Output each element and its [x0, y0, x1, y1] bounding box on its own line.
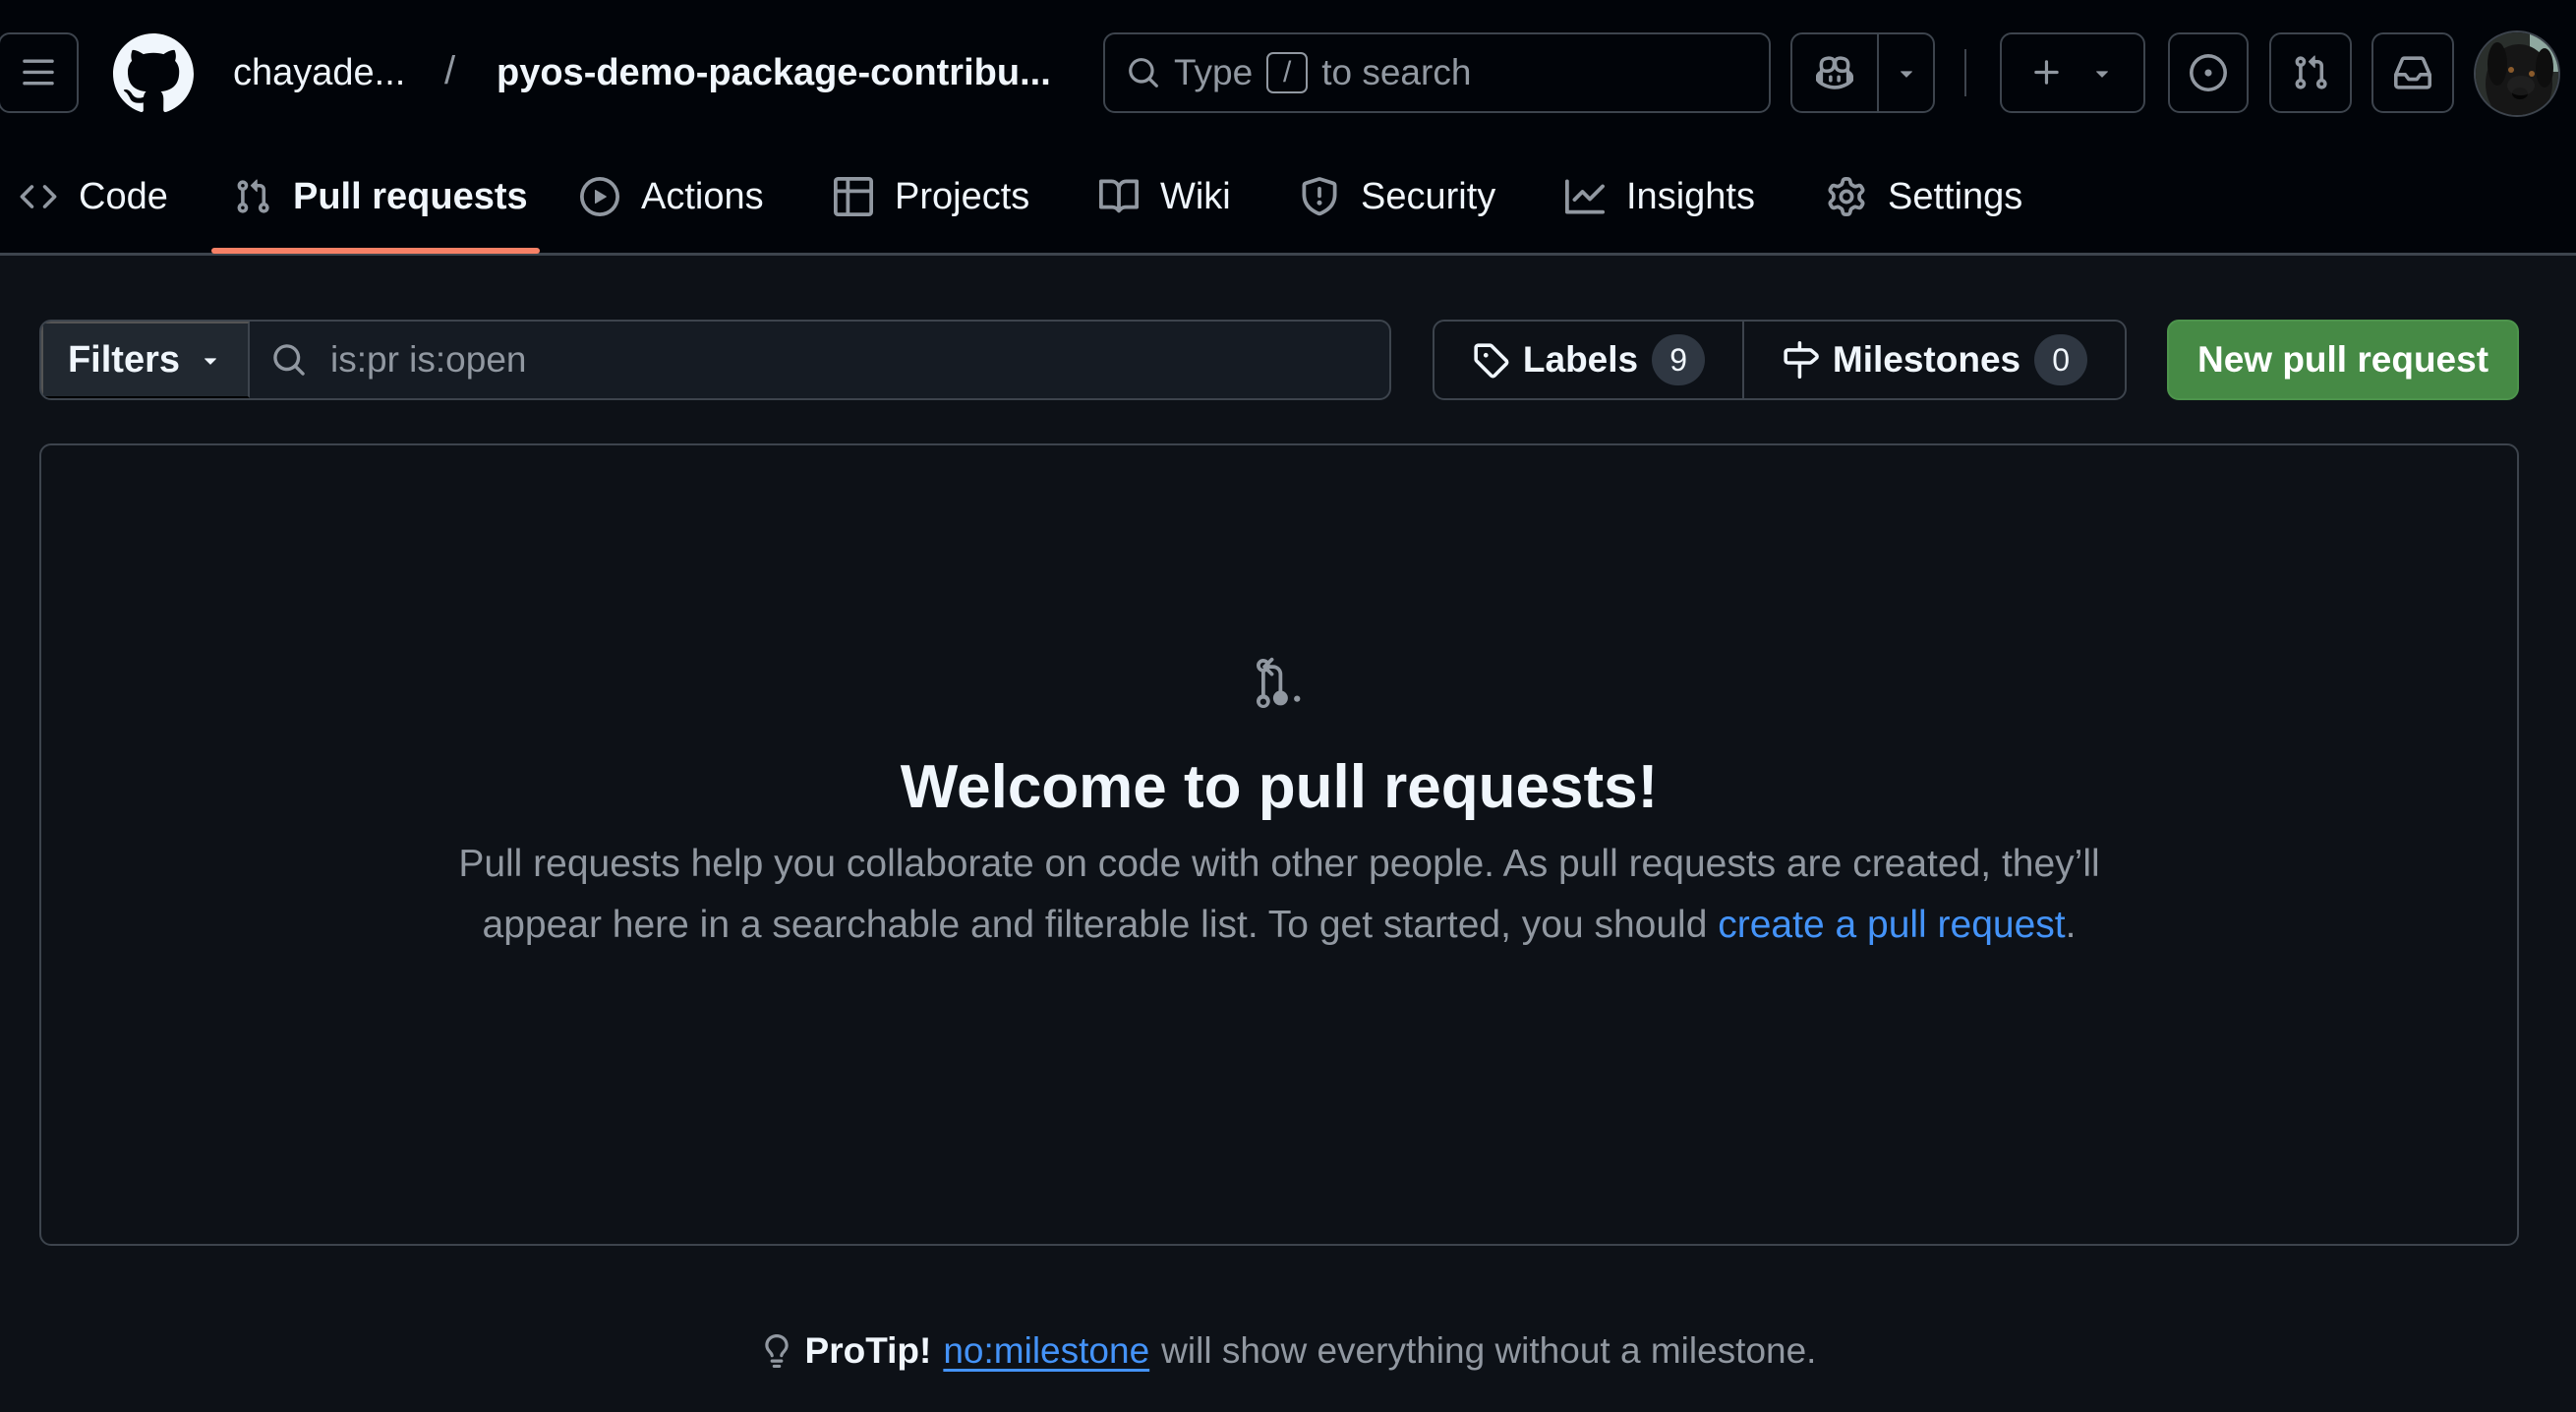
- tab-label: Code: [79, 175, 168, 217]
- copilot-chat-button[interactable]: [1792, 34, 1879, 111]
- search-shortcut-key: /: [1266, 52, 1309, 93]
- create-pull-request-link[interactable]: create a pull request: [1718, 904, 2065, 946]
- tab-settings[interactable]: Settings: [1827, 167, 2022, 226]
- search-icon: [273, 344, 305, 376]
- issue-opened-icon: [2190, 54, 2227, 91]
- triangle-down-icon: [1900, 71, 1912, 78]
- no-milestone-link[interactable]: no:milestone: [943, 1330, 1149, 1372]
- copilot-menu-button[interactable]: [1879, 34, 1933, 111]
- tab-code[interactable]: Code: [20, 167, 168, 226]
- tab-label: Projects: [895, 175, 1030, 217]
- github-mark-icon: [113, 33, 194, 112]
- labels-link[interactable]: Labels 9: [1434, 322, 1744, 398]
- filters-label: Filters: [67, 338, 181, 381]
- light-bulb-icon: [764, 1334, 789, 1368]
- search-placeholder-prefix: Type: [1174, 52, 1254, 92]
- tab-label: Security: [1361, 175, 1496, 217]
- filter-query-input[interactable]: [330, 339, 1363, 381]
- triangle-down-icon: [2096, 71, 2108, 78]
- your-pull-requests-button[interactable]: [2269, 32, 2352, 113]
- tab-wiki[interactable]: Wiki: [1099, 167, 1231, 226]
- copilot-icon: [1816, 56, 1853, 89]
- filter-bar: Filters: [39, 320, 1391, 400]
- plus-icon: [2034, 60, 2059, 85]
- code-icon: [20, 185, 57, 208]
- labels-count-badge: 9: [1652, 334, 1706, 385]
- blankslate-description: Pull requests help you collaborate on co…: [415, 834, 2143, 956]
- github-logo-home-link[interactable]: [113, 33, 194, 114]
- filters-dropdown-button[interactable]: Filters: [41, 322, 250, 398]
- tab-label: Wiki: [1160, 175, 1231, 217]
- tab-label: Settings: [1888, 175, 2023, 217]
- your-issues-button[interactable]: [2168, 32, 2249, 113]
- table-icon: [834, 177, 873, 216]
- protip-text: will show everything without a milestone…: [1161, 1330, 1817, 1371]
- tab-pull-requests[interactable]: Pull requests: [234, 167, 528, 226]
- milestones-count-badge: 0: [2034, 334, 2088, 385]
- book-icon: [1099, 179, 1139, 213]
- create-new-button[interactable]: [2000, 32, 2145, 113]
- breadcrumb-owner-link[interactable]: chayade...: [233, 47, 405, 98]
- tag-icon: [1474, 343, 1509, 379]
- search-placeholder-suffix: to search: [1321, 52, 1472, 92]
- header-divider: [1964, 49, 1966, 96]
- play-icon: [580, 177, 619, 216]
- tab-actions[interactable]: Actions: [580, 167, 764, 226]
- labels-milestones-group: Labels 9 Milestones 0: [1433, 320, 2127, 400]
- tab-label: Insights: [1626, 175, 1755, 217]
- milestones-link[interactable]: Milestones 0: [1744, 322, 2125, 398]
- search-icon: [1129, 58, 1158, 88]
- tab-label: Actions: [641, 175, 764, 217]
- tab-insights[interactable]: Insights: [1565, 167, 1755, 226]
- blankslate-text-end: .: [2065, 904, 2077, 946]
- copilot-button-group: [1790, 32, 1935, 113]
- notifications-inbox-button[interactable]: [2371, 32, 2454, 113]
- tab-label: Pull requests: [293, 175, 528, 217]
- new-pull-request-button[interactable]: New pull request: [2167, 320, 2519, 400]
- gear-icon: [1828, 177, 1865, 216]
- global-header: chayade... / pyos-demo-package-contribu.…: [0, 0, 2576, 256]
- avatar-dog-photo: [2476, 32, 2558, 115]
- shield-icon: [1302, 177, 1337, 216]
- graph-icon: [1565, 179, 1605, 214]
- pull-requests-blankslate: Welcome to pull requests! Pull requests …: [39, 443, 2519, 1246]
- hamburger-icon: [23, 59, 54, 86]
- git-pull-request-icon: [237, 179, 269, 213]
- user-avatar[interactable]: [2474, 30, 2560, 117]
- inbox-icon: [2394, 56, 2431, 89]
- git-pull-request-icon: [2295, 55, 2327, 89]
- open-global-navigation-button[interactable]: [0, 32, 79, 113]
- labels-label: Labels: [1522, 339, 1639, 380]
- breadcrumb-separator: /: [444, 49, 456, 92]
- tab-projects[interactable]: Projects: [834, 167, 1029, 226]
- git-pull-request-icon: [1256, 657, 1301, 709]
- global-search-input[interactable]: Type / to search: [1103, 32, 1771, 113]
- triangle-down-icon: [205, 358, 216, 365]
- protip: ProTip! no:milestone will show everythin…: [0, 1330, 2576, 1372]
- filter-search-field: [250, 322, 1389, 398]
- milestones-label: Milestones: [1832, 339, 2021, 380]
- tab-security[interactable]: Security: [1300, 167, 1495, 226]
- active-tab-indicator: [211, 248, 540, 254]
- breadcrumb-repo-link[interactable]: pyos-demo-package-contribu...: [497, 47, 1051, 98]
- blankslate-heading: Welcome to pull requests!: [900, 753, 1659, 821]
- protip-label: ProTip!: [804, 1330, 932, 1371]
- milestone-icon: [1784, 341, 1819, 379]
